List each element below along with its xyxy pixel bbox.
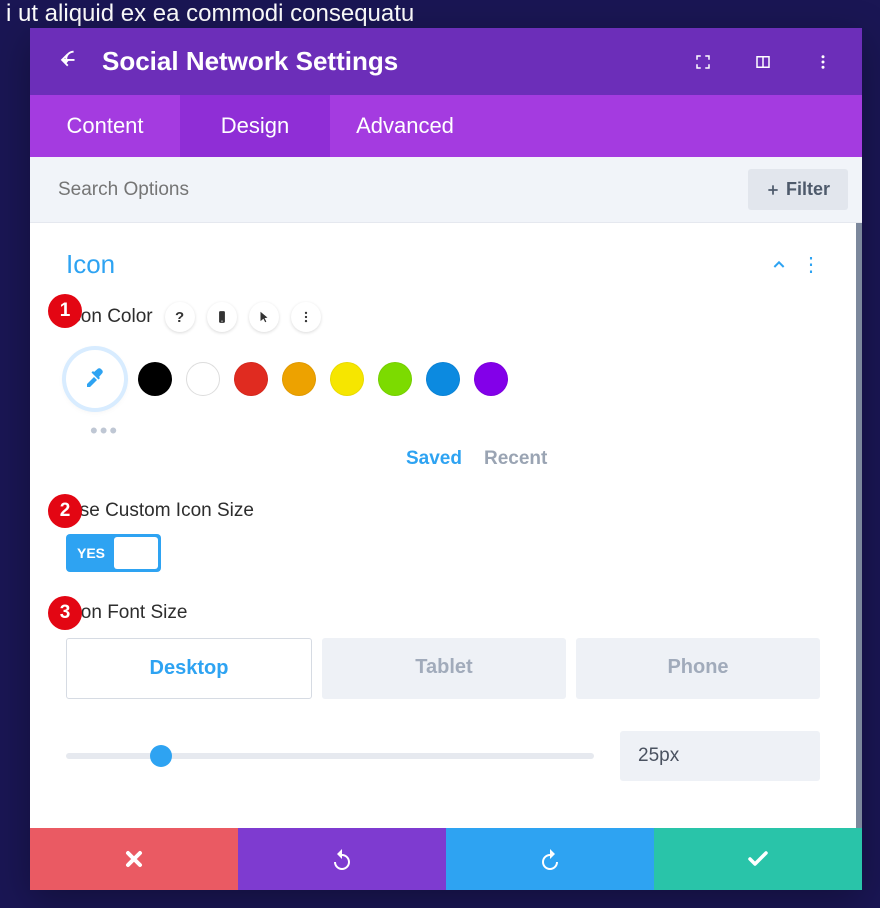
device-tab-phone[interactable]: Phone	[576, 638, 820, 699]
content-area: Icon ⋮ 1 Icon Color ?	[30, 223, 862, 828]
icon-color-section: 1 Icon Color ? •••	[66, 302, 820, 470]
recent-tab[interactable]: Recent	[484, 448, 547, 470]
swatch-green[interactable]	[378, 362, 412, 396]
toggle-yes-label: YES	[69, 545, 113, 561]
swatch-orange[interactable]	[282, 362, 316, 396]
annotation-badge-2: 2	[48, 494, 82, 528]
toggle-thumb	[114, 537, 158, 569]
more-icon[interactable]	[812, 51, 834, 73]
swatch-red[interactable]	[234, 362, 268, 396]
tab-content[interactable]: Content	[30, 95, 180, 157]
font-size-section: 3 Icon Font Size Desktop Tablet Phone 25…	[66, 602, 820, 781]
palette-more-icon[interactable]: •••	[90, 418, 820, 444]
custom-size-label: Use Custom Icon Size	[66, 500, 820, 522]
cursor-icon[interactable]	[249, 302, 279, 332]
panel-icon[interactable]	[752, 51, 774, 73]
font-size-slider-row: 25px	[66, 731, 820, 781]
font-size-label: Icon Font Size	[66, 602, 820, 624]
annotation-badge-1: 1	[48, 294, 82, 328]
swatch-yellow[interactable]	[330, 362, 364, 396]
swatch-blue[interactable]	[426, 362, 460, 396]
confirm-button[interactable]	[654, 828, 862, 890]
device-tab-tablet[interactable]: Tablet	[322, 638, 566, 699]
settings-modal: Social Network Settings Content Design A…	[30, 28, 862, 890]
device-tab-desktop[interactable]: Desktop	[66, 638, 312, 699]
saved-tab[interactable]: Saved	[406, 448, 462, 470]
search-input[interactable]	[58, 179, 748, 201]
section-header[interactable]: Icon ⋮	[66, 249, 820, 280]
color-swatches	[66, 350, 820, 408]
phone-icon[interactable]	[207, 302, 237, 332]
modal-title: Social Network Settings	[102, 46, 654, 77]
search-bar: Filter	[30, 157, 862, 223]
section-more-icon[interactable]: ⋮	[801, 252, 820, 277]
modal-header: Social Network Settings	[30, 28, 862, 95]
filter-button[interactable]: Filter	[748, 169, 848, 210]
help-icon[interactable]: ?	[165, 302, 195, 332]
font-size-slider[interactable]	[66, 753, 594, 759]
swatch-white[interactable]	[186, 362, 220, 396]
back-icon[interactable]	[58, 48, 80, 75]
redo-button[interactable]	[446, 828, 654, 890]
custom-size-toggle[interactable]: YES	[66, 534, 161, 572]
tab-advanced[interactable]: Advanced	[330, 95, 480, 157]
tab-design[interactable]: Design	[180, 95, 330, 157]
swatch-black[interactable]	[138, 362, 172, 396]
swatch-purple[interactable]	[474, 362, 508, 396]
font-size-value[interactable]: 25px	[620, 731, 820, 781]
cancel-button[interactable]	[30, 828, 238, 890]
filter-label: Filter	[786, 179, 830, 200]
chevron-up-icon[interactable]	[771, 257, 787, 273]
section-title: Icon	[66, 249, 771, 280]
annotation-badge-3: 3	[48, 596, 82, 630]
fullscreen-icon[interactable]	[692, 51, 714, 73]
custom-size-section: 2 Use Custom Icon Size YES	[66, 500, 820, 572]
background-text: i ut aliquid ex ea commodi consequatu	[0, 0, 880, 28]
slider-thumb[interactable]	[150, 745, 172, 767]
modal-footer	[30, 828, 862, 890]
device-tabs: Desktop Tablet Phone	[66, 638, 820, 699]
tab-bar: Content Design Advanced	[30, 95, 862, 157]
undo-button[interactable]	[238, 828, 446, 890]
option-more-icon[interactable]	[291, 302, 321, 332]
eyedropper-button[interactable]	[66, 350, 124, 408]
